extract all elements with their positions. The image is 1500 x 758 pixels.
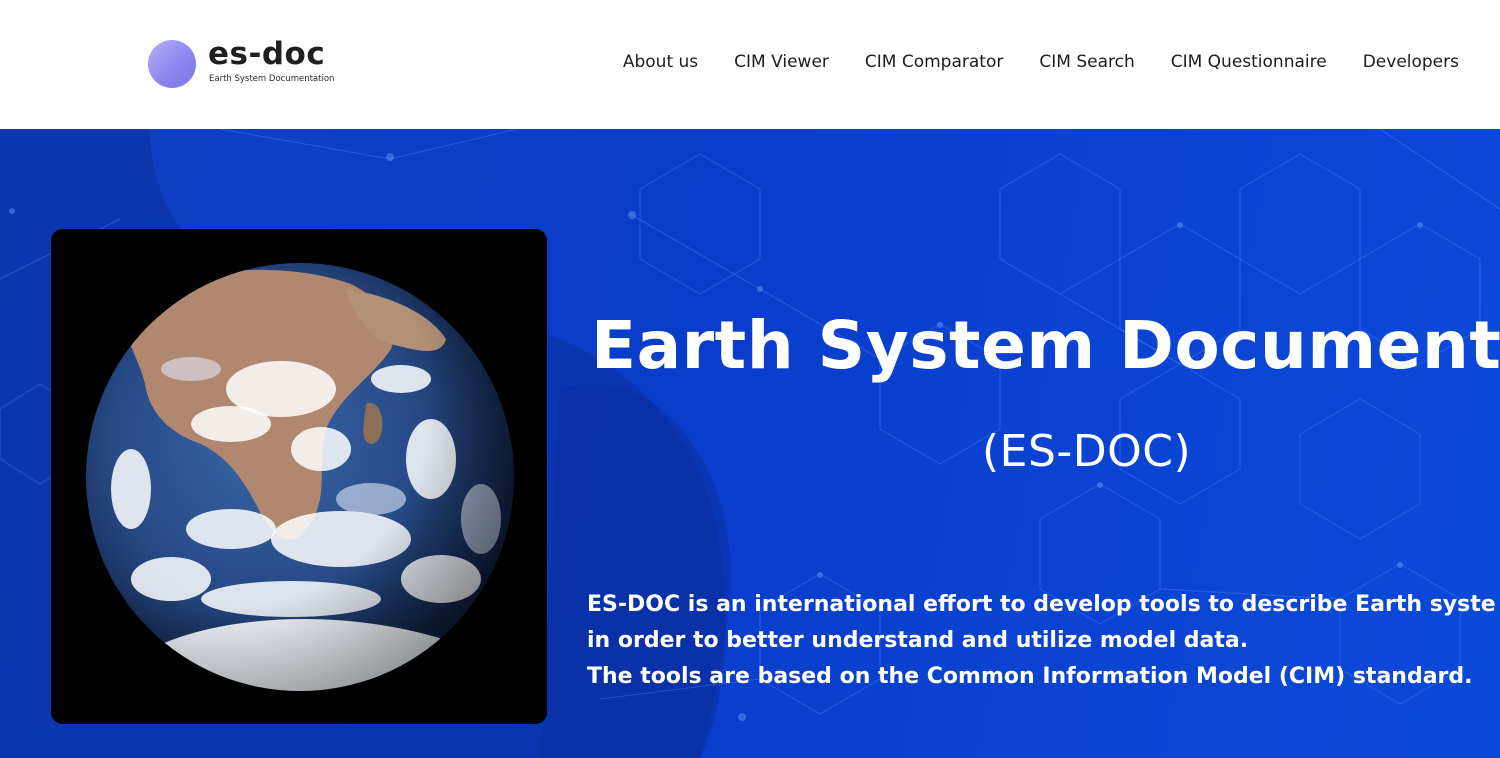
earth-from-space-image: [51, 229, 547, 724]
main-nav: About us CIM Viewer CIM Comparator CIM S…: [623, 52, 1459, 72]
nav-developers[interactable]: Developers: [1363, 52, 1459, 72]
hero-description-line: ES-DOC is an international effort to dev…: [587, 592, 1496, 617]
purple-sphere-icon: [148, 40, 196, 88]
hero-description-line: in order to better understand and utiliz…: [587, 628, 1249, 653]
nav-cim-search[interactable]: CIM Search: [1039, 52, 1134, 72]
hero-description-line: The tools are based on the Common Inform…: [587, 664, 1473, 689]
hero-section: Earth System Documentat (ES-DOC) ES-DOC …: [0, 129, 1500, 758]
nav-cim-viewer[interactable]: CIM Viewer: [734, 52, 829, 72]
logo-title: es-doc: [208, 36, 326, 72]
hero-subtitle: (ES-DOC): [982, 426, 1192, 477]
page: es-doc Earth System Documentation About …: [0, 0, 1500, 758]
site-header: es-doc Earth System Documentation About …: [0, 0, 1500, 129]
logo-tagline: Earth System Documentation: [209, 74, 335, 84]
hero-title: Earth System Documentat: [591, 307, 1500, 384]
nav-about-us[interactable]: About us: [623, 52, 698, 72]
hero-description: ES-DOC is an international effort to dev…: [587, 587, 1496, 695]
site-logo[interactable]: es-doc Earth System Documentation: [148, 36, 348, 90]
nav-cim-comparator[interactable]: CIM Comparator: [865, 52, 1003, 72]
nav-cim-questionnaire[interactable]: CIM Questionnaire: [1171, 52, 1327, 72]
earth-globe-illustration: [51, 229, 547, 724]
